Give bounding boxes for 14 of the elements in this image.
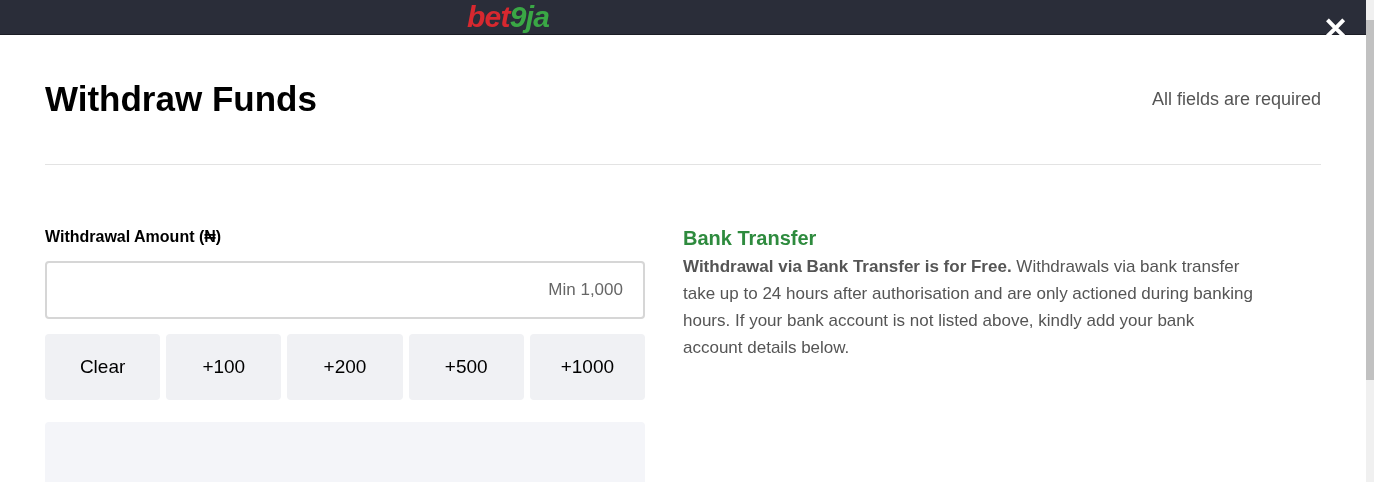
amount-button[interactable]: +1000: [529, 334, 645, 400]
logo[interactable]: bet9ja: [467, 2, 550, 32]
amount-button[interactable]: +500: [408, 334, 524, 400]
page-title: Withdraw Funds: [45, 78, 317, 121]
scrollbar[interactable]: [1366, 0, 1374, 482]
section-title: Bank Transfer: [683, 226, 818, 251]
amount-button[interactable]: +100: [166, 334, 282, 400]
info-paragraph: Withdrawal via Bank Transfer is for Free. Withdrawals via bank transfer take up to 24 hours after authorisation and are only actioned during banking hours. If your bank account is not listed above, kindly add your bank account details below.: [683, 256, 1254, 359]
scrollbar-thumb[interactable]: [1366, 20, 1374, 380]
amount-button[interactable]: +200: [287, 334, 403, 400]
amount-button[interactable]: Clear: [45, 334, 161, 400]
amount-field[interactable]: Min 1,000: [45, 261, 645, 319]
field-label: Withdrawal Amount (₦): [45, 227, 223, 247]
required-note: All fields are required: [1151, 88, 1321, 111]
